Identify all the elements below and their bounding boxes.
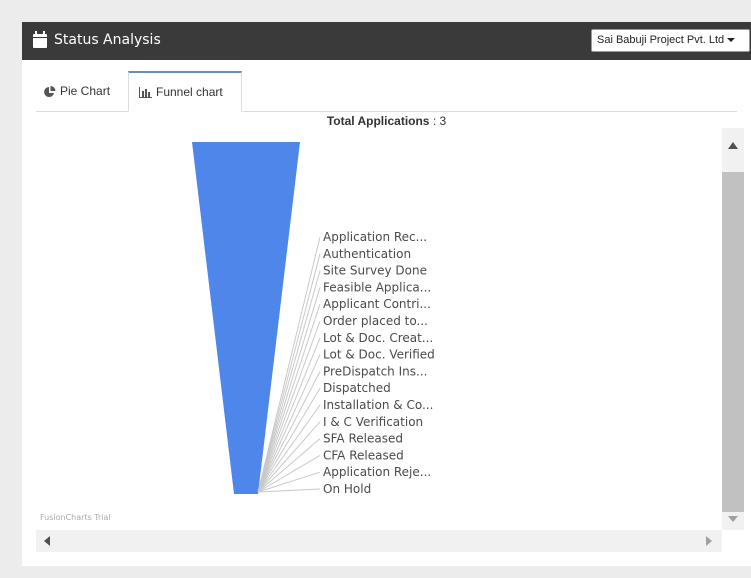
chart-tabs: Pie Chart Funnel chart bbox=[36, 71, 737, 112]
status-analysis-panel: Status Analysis Sai Babuji Project Pvt. … bbox=[22, 22, 751, 566]
funnel-label: SFA Released bbox=[323, 432, 403, 446]
funnel-label: Order placed to... bbox=[323, 314, 428, 328]
scroll-left-icon[interactable] bbox=[44, 536, 50, 546]
funnel-label: Application Rec... bbox=[323, 230, 427, 244]
tab-label: Funnel chart bbox=[156, 85, 223, 99]
funnel-label: On Hold bbox=[323, 482, 371, 496]
tab-funnel-chart[interactable]: Funnel chart bbox=[128, 71, 242, 112]
funnel-label: Feasible Applica... bbox=[323, 280, 431, 294]
caret-down-icon bbox=[727, 38, 736, 43]
scroll-up-icon[interactable] bbox=[728, 142, 738, 149]
leader-line bbox=[257, 404, 321, 493]
panel-title: Status Analysis bbox=[54, 32, 161, 48]
pie-chart-icon bbox=[44, 85, 56, 97]
tab-label: Pie Chart bbox=[60, 84, 111, 98]
funnel-label: Site Survey Done bbox=[323, 264, 427, 278]
vertical-scrollbar[interactable] bbox=[722, 128, 744, 530]
bar-chart-icon bbox=[139, 87, 152, 99]
scroll-down-icon[interactable] bbox=[728, 516, 738, 522]
funnel-label: Applicant Contri... bbox=[323, 297, 431, 311]
funnel-label: Dispatched bbox=[323, 381, 391, 395]
horizontal-scrollbar[interactable] bbox=[36, 530, 722, 552]
funnel-label: PreDispatch Ins... bbox=[323, 364, 427, 378]
funnel-label: Lot & Doc. Verified bbox=[323, 348, 435, 362]
funnel-label: Application Reje... bbox=[323, 465, 431, 479]
calendar-icon bbox=[33, 31, 47, 48]
funnel-label: Authentication bbox=[323, 247, 411, 261]
company-select-value: Sai Babuji Project Pvt. Ltd bbox=[597, 34, 725, 46]
funnel-label: CFA Released bbox=[323, 448, 404, 462]
watermark-text: FusionCharts Trial bbox=[40, 513, 111, 522]
funnel-chart: Total Applications : 3 Application Rec..… bbox=[36, 112, 737, 529]
scrollbar-thumb[interactable] bbox=[722, 172, 744, 512]
company-select[interactable]: Sai Babuji Project Pvt. Ltd bbox=[591, 29, 750, 52]
funnel-label: Installation & Co... bbox=[323, 398, 433, 412]
tab-pie-chart[interactable]: Pie Chart bbox=[36, 71, 128, 112]
panel-header: Status Analysis Sai Babuji Project Pvt. … bbox=[22, 22, 751, 60]
funnel-plot: Application Rec... Authentication Site Sur… bbox=[192, 142, 435, 496]
scroll-right-icon[interactable] bbox=[706, 536, 712, 546]
funnel-label: I & C Verification bbox=[323, 415, 423, 429]
funnel-label: Lot & Doc. Creat... bbox=[323, 331, 433, 345]
